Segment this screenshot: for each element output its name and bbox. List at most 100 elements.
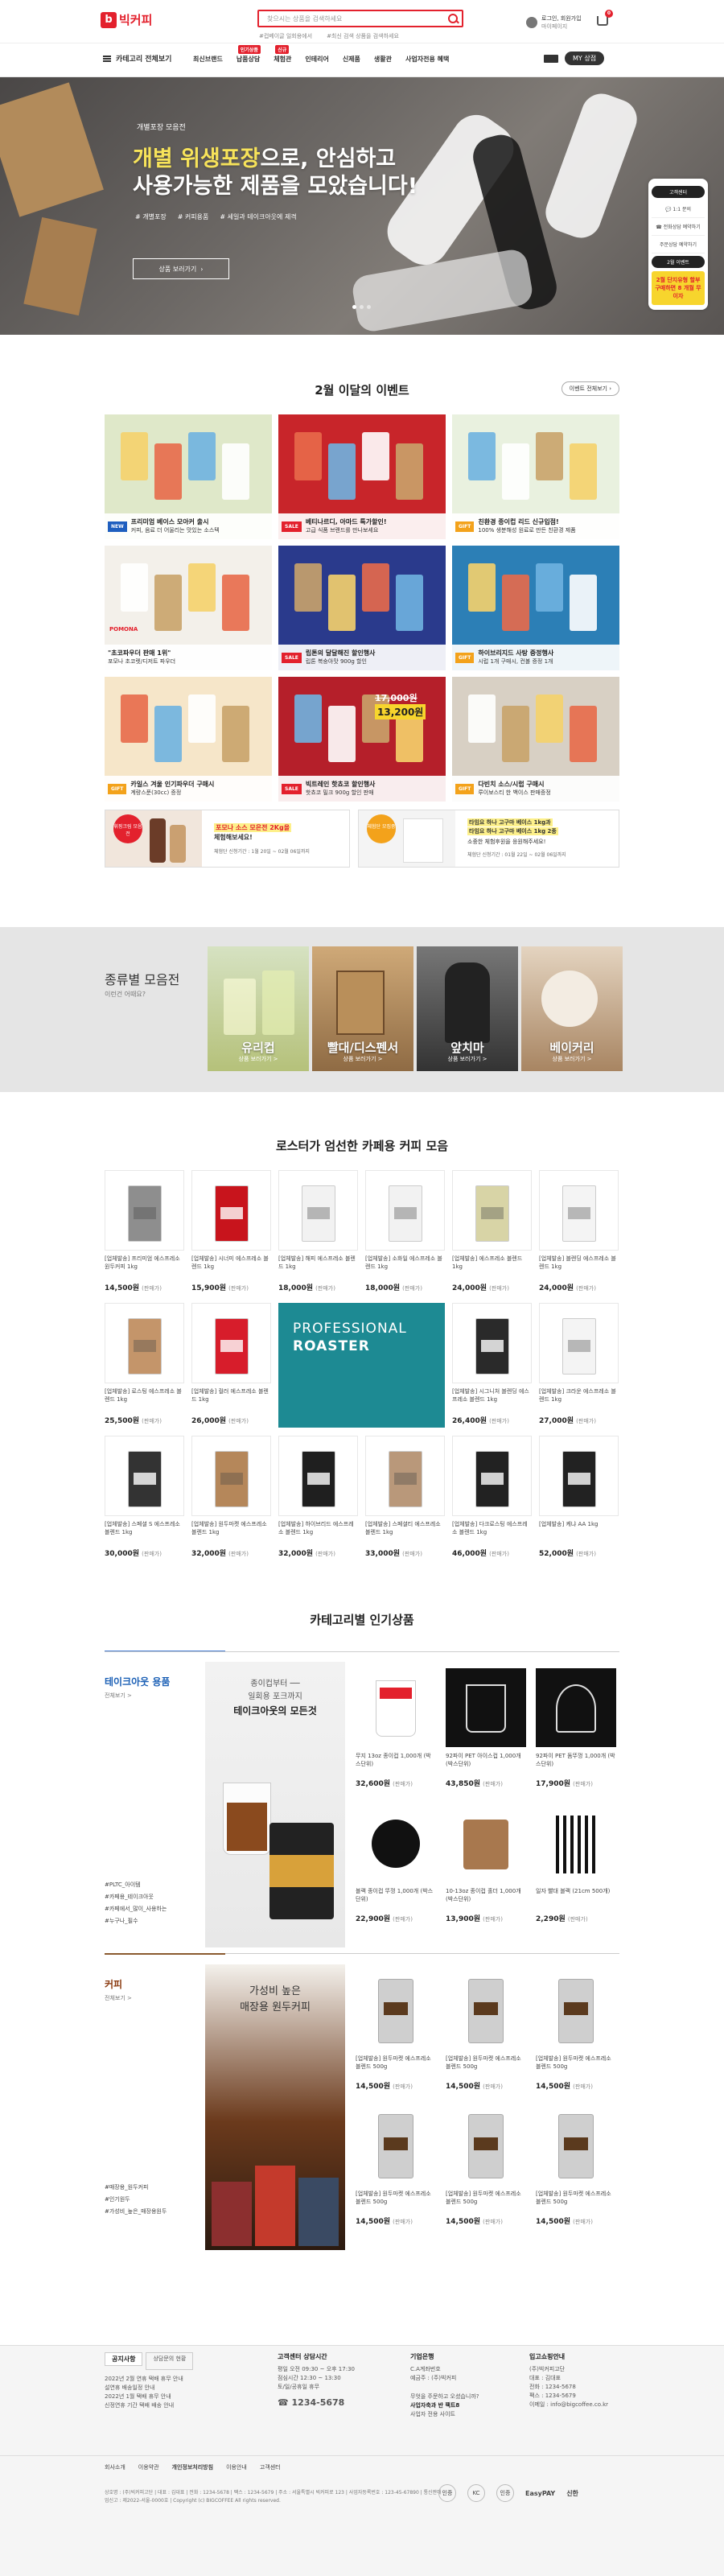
- event-card[interactable]: 17,000원 13,200원 SALE 빅트레인 핫쵸코 할인행사 핫쵸코 밀크 90…: [278, 677, 446, 802]
- nav-item[interactable]: 인기상품 납품상담: [237, 45, 261, 64]
- footer-link[interactable]: 고객센터: [260, 2463, 281, 2471]
- popular-product-card[interactable]: [업체발송] 원두마켓 에스프레소 블렌드 500g 14,500원 (판매가): [356, 1971, 436, 2106]
- category-card[interactable]: 베이커리 상품 보러가기 >: [521, 946, 623, 1071]
- product-card[interactable]: [업체발송] 소화일 에스프레소 블렌드 1kg 18,000원 (판매가): [365, 1170, 445, 1303]
- popular-product-card[interactable]: [업체발송] 원두마켓 에스프레소 블렌드 500g 14,500원 (판매가): [446, 1971, 526, 2106]
- nav-item[interactable]: 최신브랜드: [193, 55, 223, 64]
- slide-dot[interactable]: [352, 305, 356, 309]
- popular-product-card[interactable]: [업체발송] 원두마켓 에스프레소 블렌드 500g 14,500원 (판매가): [446, 2106, 526, 2241]
- popular-product-card[interactable]: 블랙 종이컵 뚜껑 1,000개 (박스단위) 22,900원 (판매가): [356, 1803, 436, 1939]
- footer-link[interactable]: 이용안내: [226, 2463, 247, 2471]
- footer-link[interactable]: 개인정보처리방침: [172, 2463, 214, 2471]
- slide-dot[interactable]: [367, 305, 371, 309]
- event-card[interactable]: GIFT 다빈치 소스/시럽 구매시 루이보스티 한 백이스 판매증정: [452, 677, 619, 802]
- product-card[interactable]: [업체발송] 스페셜티 에스프레소 블렌드 1kg 33,000원 (판매가): [365, 1436, 445, 1568]
- product-card[interactable]: [업체발송] 하이브리드 에스프레소 블렌드 1kg 32,000원 (판매가): [278, 1436, 358, 1568]
- small-event-banner[interactable]: 체험단 모집중 타임요 하나 고구마 베이스 1kg과 타임요 하나 고구마 베…: [358, 810, 619, 868]
- group-more-link[interactable]: 전체보기 >: [105, 1692, 201, 1700]
- product-card[interactable]: [업체발송] 다크로스팅 에스프레소 블렌드 1kg 46,000원 (판매가): [452, 1436, 532, 1568]
- notice-item[interactable]: 2022년 1월 택배 휴무 안내: [105, 2393, 249, 2401]
- popular-product-card[interactable]: [업체발송] 원두마켓 에스프레소 블렌드 500g 14,500원 (판매가): [536, 2106, 616, 2241]
- event-label[interactable]: 2월 이벤트: [652, 256, 705, 268]
- event-card[interactable]: GIFT 친환경 종이컵 리드 신규입점! 100% 생분해성 원료로 만든 친환경…: [452, 414, 619, 539]
- recent-search-item[interactable]: #컵베이글 일회용에서: [259, 32, 312, 40]
- event-card[interactable]: SALE 립톤의 달달해진 할인행사 립톤 복숭아맛 900g 할인: [278, 546, 446, 670]
- group-tag[interactable]: #PLTC_아이템: [105, 1879, 167, 1891]
- product-card[interactable]: [업체발송] 원두마켓 에스프레소 블렌드 1kg 32,000원 (판매가): [191, 1436, 271, 1568]
- banner-cta-button[interactable]: 상품 보러가기 ›: [133, 258, 229, 279]
- footer-link[interactable]: 이용약관: [138, 2463, 159, 2471]
- category-link[interactable]: 상품 보러가기 >: [312, 1055, 413, 1063]
- product-card[interactable]: [업체발송] 시너미 에스프레소 블렌드 1kg 15,900원 (판매가): [191, 1170, 271, 1303]
- recent-search-item[interactable]: #최신 검색 상품을 검색하세요: [327, 32, 399, 40]
- group-promo-image[interactable]: 가성비 높은 매장용 원두커피: [205, 1964, 345, 2250]
- category-link[interactable]: 상품 보러가기 >: [208, 1055, 309, 1063]
- group-tag[interactable]: #인기원두: [105, 2194, 167, 2206]
- group-tag[interactable]: #카페에서_많이_사용하는: [105, 1903, 167, 1915]
- slide-dot[interactable]: [360, 305, 364, 309]
- cart-icon[interactable]: 0: [597, 10, 613, 26]
- category-card[interactable]: 앞치마 상품 보러가기 >: [417, 946, 518, 1071]
- product-card[interactable]: [업체발송] 크라운 에스프레소 블렌드 1kg 27,000원 (판매가): [539, 1303, 619, 1436]
- group-tag[interactable]: #가성비_높은_매장용원두: [105, 2206, 167, 2218]
- category-menu-button[interactable]: 카테고리 전체보기: [103, 53, 171, 64]
- event-card[interactable]: GIFT 카일스 겨울 인기파우더 구매시 계량스푼(30cc) 증정: [105, 677, 272, 802]
- customer-center-label[interactable]: 고객센터: [652, 186, 705, 198]
- nav-item[interactable]: 사업자전용 혜택: [405, 55, 449, 64]
- notice-item[interactable]: 신정연휴 기간 택배 배송 안내: [105, 2401, 249, 2410]
- nav-item[interactable]: 인테리어: [305, 55, 328, 64]
- group-more-link[interactable]: 전체보기 >: [105, 1994, 201, 2002]
- footer-link[interactable]: 회사소개: [105, 2463, 125, 2471]
- product-card[interactable]: [업체발송] 스페셜 S 에스프레소 블렌드 1kg 30,000원 (판매가): [105, 1436, 184, 1568]
- event-card[interactable]: SALE 베티나르디, 아마드 특가할인! 고급 식품 브랜드를 만나보세요: [278, 414, 446, 539]
- popular-product-card[interactable]: 92파이 PET 돔뚜껑 1,000개 (박스단위) 17,900원 (판매가): [536, 1668, 616, 1803]
- delivery-icon[interactable]: [544, 54, 558, 63]
- phone-link[interactable]: ☎ 전화상담 예약하기: [652, 218, 705, 236]
- popular-product-card[interactable]: 일자 빨대 블랙 (21cm 500개) 2,290원 (판매가): [536, 1803, 616, 1939]
- popular-product-card[interactable]: [업체발송] 원두마켓 에스프레소 블렌드 500g 14,500원 (판매가): [536, 1971, 616, 2106]
- event-card[interactable]: NEW 프리미엄 베이스 모아커 출시 커피, 음료 더 어울리는 맛있는 소스텍: [105, 414, 272, 539]
- category-link[interactable]: 상품 보러가기 >: [417, 1055, 518, 1063]
- search-icon[interactable]: [447, 13, 459, 24]
- notice-tab[interactable]: 공지사항: [105, 2352, 143, 2366]
- popular-product-card[interactable]: [업체발송] 원두마켓 에스프레소 블렌드 500g 14,500원 (판매가): [356, 2106, 436, 2241]
- product-card[interactable]: [업체발송] 프리미엄 에스프레소 원두커피 1kg 14,500원 (판매가): [105, 1170, 184, 1303]
- cs-phone[interactable]: 1234-5678: [292, 2397, 345, 2408]
- group-promo-image[interactable]: 종이컵부터 ── 일회용 포크까지 테이크아웃의 모든것: [205, 1662, 345, 1947]
- event-card[interactable]: GIFT 하이브리지드 사탕 증정행사 시럽 1개 구매시, 컨볼 증정 1개: [452, 546, 619, 670]
- bank-biz[interactable]: 사업자축과 반 팩트8: [410, 2401, 479, 2410]
- order-consult-link[interactable]: 주문상담 예약하기: [652, 236, 705, 253]
- nav-item[interactable]: 신규 체험관: [274, 45, 291, 64]
- notice-item[interactable]: 2022년 2월 연휴 택배 휴무 안내: [105, 2375, 249, 2384]
- side-ad-banner[interactable]: 2월 단지유형 할부 구매하면 8 개월 무이자: [652, 271, 705, 305]
- search-bar[interactable]: 찾으시는 상품을 검색하세요: [257, 10, 463, 27]
- product-card[interactable]: [업체발송] 시그니처 블렌딩 에스프레소 블렌드 1kg 26,400원 (판매…: [452, 1303, 532, 1436]
- popular-product-card[interactable]: 10-13oz 종이컵 홀더 1,000개 (박스단위) 13,900원 (판매가…: [446, 1803, 526, 1939]
- category-card[interactable]: 빨대/디스펜서 상품 보러가기 >: [312, 946, 413, 1071]
- mypage-link[interactable]: 마이페이지: [541, 23, 582, 31]
- category-link[interactable]: 상품 보러가기 >: [521, 1055, 623, 1063]
- nav-item[interactable]: 생활관: [374, 55, 392, 64]
- event-card[interactable]: POMONA "초코파우더 판매 1위" 포모나 초코렛/디저트 파우더: [105, 546, 272, 670]
- user-menu[interactable]: 로그인, 회원가입 마이페이지: [526, 14, 582, 31]
- notice-item[interactable]: 설연휴 배송일정 안내: [105, 2384, 249, 2393]
- category-card[interactable]: 유리컵 상품 보러가기 >: [208, 946, 309, 1071]
- small-event-banner[interactable]: 휘핑크림 모음전 포모나 소스 모은전 2Kg을 체험해보세요! 체험단 신청기…: [105, 810, 350, 868]
- inquiry-link[interactable]: 💬 1:1 문의: [652, 200, 705, 218]
- product-card[interactable]: [업체발송] 로스팅 에스프레소 블렌드 1kg 25,500원 (판매가): [105, 1303, 184, 1436]
- product-card[interactable]: [업체발송] 해피 에스프레소 블렌드 1kg 18,000원 (판매가): [278, 1170, 358, 1303]
- product-card[interactable]: [업체발송] 컬러 에스프레소 블렌드 1kg 26,000원 (판매가): [191, 1303, 271, 1436]
- product-card[interactable]: [업체발송] 블렌딩 에스프레소 블렌드 1kg 24,000원 (판매가): [539, 1170, 619, 1303]
- site-logo[interactable]: b 빅커피: [101, 11, 152, 28]
- group-tag[interactable]: #매장용_원두커피: [105, 2182, 167, 2194]
- product-card[interactable]: [업체발송] 에스프레소 블렌드 1kg 24,000원 (판매가): [452, 1170, 532, 1303]
- hero-banner[interactable]: 개별포장 모음전 개별 위생포장으로, 안심하고 사용가능한 제품을 모았습니다!…: [0, 77, 724, 335]
- product-card[interactable]: [업체발송] 케냐 AA 1kg 52,000원 (판매가): [539, 1436, 619, 1568]
- popular-product-card[interactable]: 92파이 PET 아이스컵 1,000개 (박스단위) 43,850원 (판매가): [446, 1668, 526, 1803]
- login-link[interactable]: 로그인, 회원가입: [541, 14, 582, 23]
- nav-item[interactable]: 신제품: [343, 55, 360, 64]
- group-tag[interactable]: #카페용_테이크아웃: [105, 1891, 167, 1903]
- inquiry-tab[interactable]: 상담문의 현황: [146, 2352, 194, 2370]
- roaster-promo-banner[interactable]: PROFESSIONAL ROASTER: [278, 1303, 445, 1436]
- group-tag[interactable]: #누구나_필수: [105, 1915, 167, 1927]
